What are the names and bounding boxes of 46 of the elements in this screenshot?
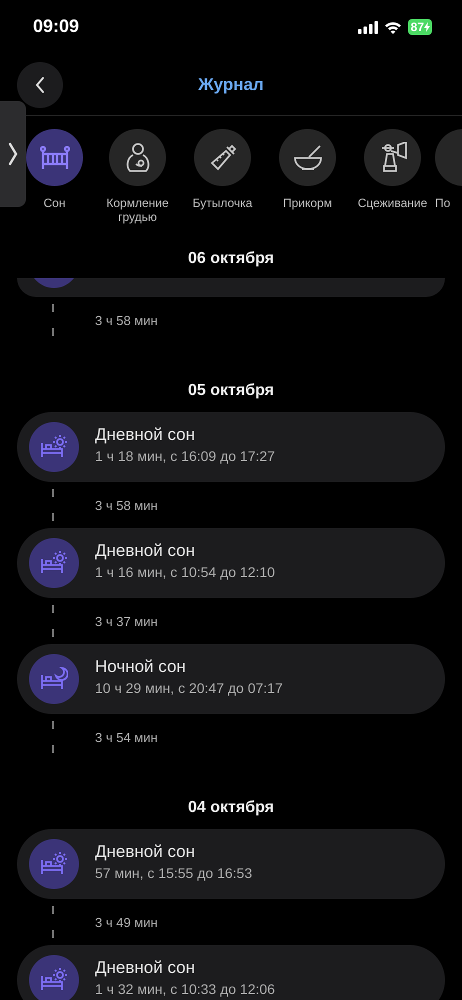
sleep-details: 1 ч 32 мин, с 10:33 до 12:06 [95,980,275,996]
sleep-details: 1 ч 16 мин, с 10:54 до 12:10 [95,564,275,580]
sleep-card[interactable]: Дневной сон 1 ч 32 мин, с 10:33 до 12:06 [17,945,445,1000]
sleep-card[interactable]: Дневной сон 1 ч 16 мин, с 10:54 до 12:10 [17,528,445,598]
interval-duration: 3 ч 49 мин [95,914,158,930]
bed-sun-icon [40,551,68,575]
back-button[interactable] [17,62,63,108]
sleep-card[interactable]: Ночной сон 10 ч 29 мин, с 20:47 до 07:17 [17,644,445,714]
date-heading: 04 октября [188,799,274,817]
category-tab[interactable]: Сцеживание [350,129,435,240]
sleep-title: Дневной сон [95,424,196,444]
wifi-icon [384,20,402,34]
sleep-title: Дневной сон [95,958,196,978]
category-tab[interactable]: Прикорм [265,129,350,240]
battery-level: 87 [410,20,424,34]
bed-sun-icon [40,968,68,992]
mother-baby-icon [124,142,150,174]
interval-duration: 3 ч 58 мин [95,312,158,328]
category-tab[interactable]: Бутылочка [180,129,265,240]
sleep-card[interactable]: Дневной сон 1 ч 18 мин, с 16:09 до 17:27 [17,412,445,482]
date-heading: 05 октября [188,382,274,400]
chevron-left-icon [34,76,46,94]
side-panel-handle[interactable] [0,101,26,207]
sleep-card[interactable]: Дневной сон 57 мин, с 15:55 до 16:53 [17,829,445,899]
sleep-details: 1 ч 18 мин, с 16:09 до 17:27 [95,448,275,464]
sleep-card[interactable] [17,278,445,297]
bolt-icon [424,22,430,32]
bowl-icon [292,144,324,172]
crib-icon [40,144,70,170]
sleep-details: 10 ч 29 мин, с 20:47 до 07:17 [95,680,283,696]
bed-moon-icon [40,667,68,691]
sleep-title: Ночной сон [95,656,187,676]
signal-icon [358,20,378,34]
interval-duration: 3 ч 37 мин [95,614,158,628]
bed-sun-icon [40,852,68,876]
sleep-title: Дневной сон [95,540,196,560]
bed-sun-icon [40,435,68,459]
interval-duration: 3 ч 58 мин [95,498,158,512]
sleep-details: 57 мин, с 15:55 до 16:53 [95,864,252,880]
category-tab[interactable]: Кормление грудью [95,129,180,240]
interval-duration: 3 ч 54 мин [95,730,158,744]
date-heading: 06 октября [188,250,274,268]
sleep-title: Дневной сон [95,842,196,862]
screen-title: Журнал [198,74,264,94]
chevron-right-icon [8,142,18,166]
status-time: 09:09 [33,16,80,36]
